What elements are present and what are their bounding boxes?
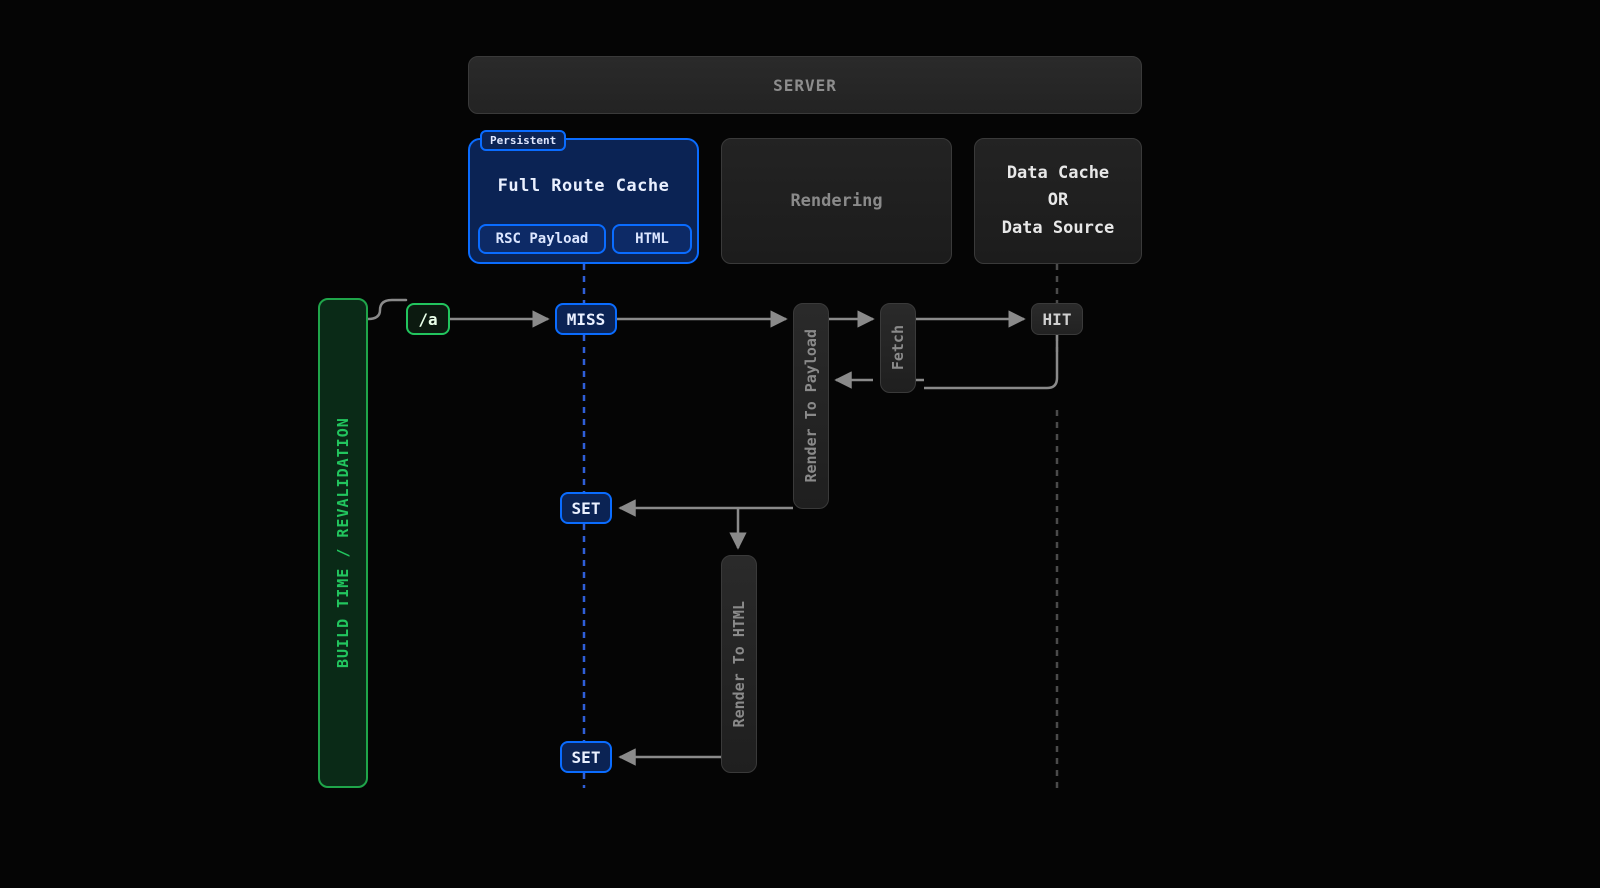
rsc-payload-chip: RSC Payload	[478, 224, 606, 254]
set-pill-1: SET	[560, 492, 612, 524]
build-time-label: BUILD TIME / REVALIDATION	[320, 300, 366, 786]
server-header-label: SERVER	[773, 76, 837, 95]
route-a-chip: /a	[406, 303, 450, 335]
build-time-column: BUILD TIME / REVALIDATION	[318, 298, 368, 788]
data-cache-card: Data Cache OR Data Source	[974, 138, 1142, 264]
html-chip: HTML	[612, 224, 692, 254]
render-to-html-label: Render To HTML	[730, 601, 748, 727]
full-route-cache-card: Persistent Full Route Cache RSC Payload …	[468, 138, 699, 264]
persistent-tag: Persistent	[480, 130, 566, 151]
full-route-cache-title: Full Route Cache	[470, 176, 697, 196]
hit-pill: HIT	[1031, 303, 1083, 335]
data-cache-line3: Data Source	[1002, 215, 1115, 242]
render-to-payload-pill: Render To Payload	[793, 303, 829, 509]
server-header: SERVER	[468, 56, 1142, 114]
fetch-pill: Fetch	[880, 303, 916, 393]
rendering-card: Rendering	[721, 138, 952, 264]
set-pill-2: SET	[560, 741, 612, 773]
data-cache-line2: OR	[1048, 187, 1068, 214]
render-to-html-pill: Render To HTML	[721, 555, 757, 773]
rendering-label: Rendering	[790, 191, 882, 211]
miss-pill: MISS	[555, 303, 617, 335]
render-to-payload-label: Render To Payload	[802, 329, 820, 483]
data-cache-line1: Data Cache	[1007, 160, 1109, 187]
fetch-label: Fetch	[889, 325, 907, 370]
